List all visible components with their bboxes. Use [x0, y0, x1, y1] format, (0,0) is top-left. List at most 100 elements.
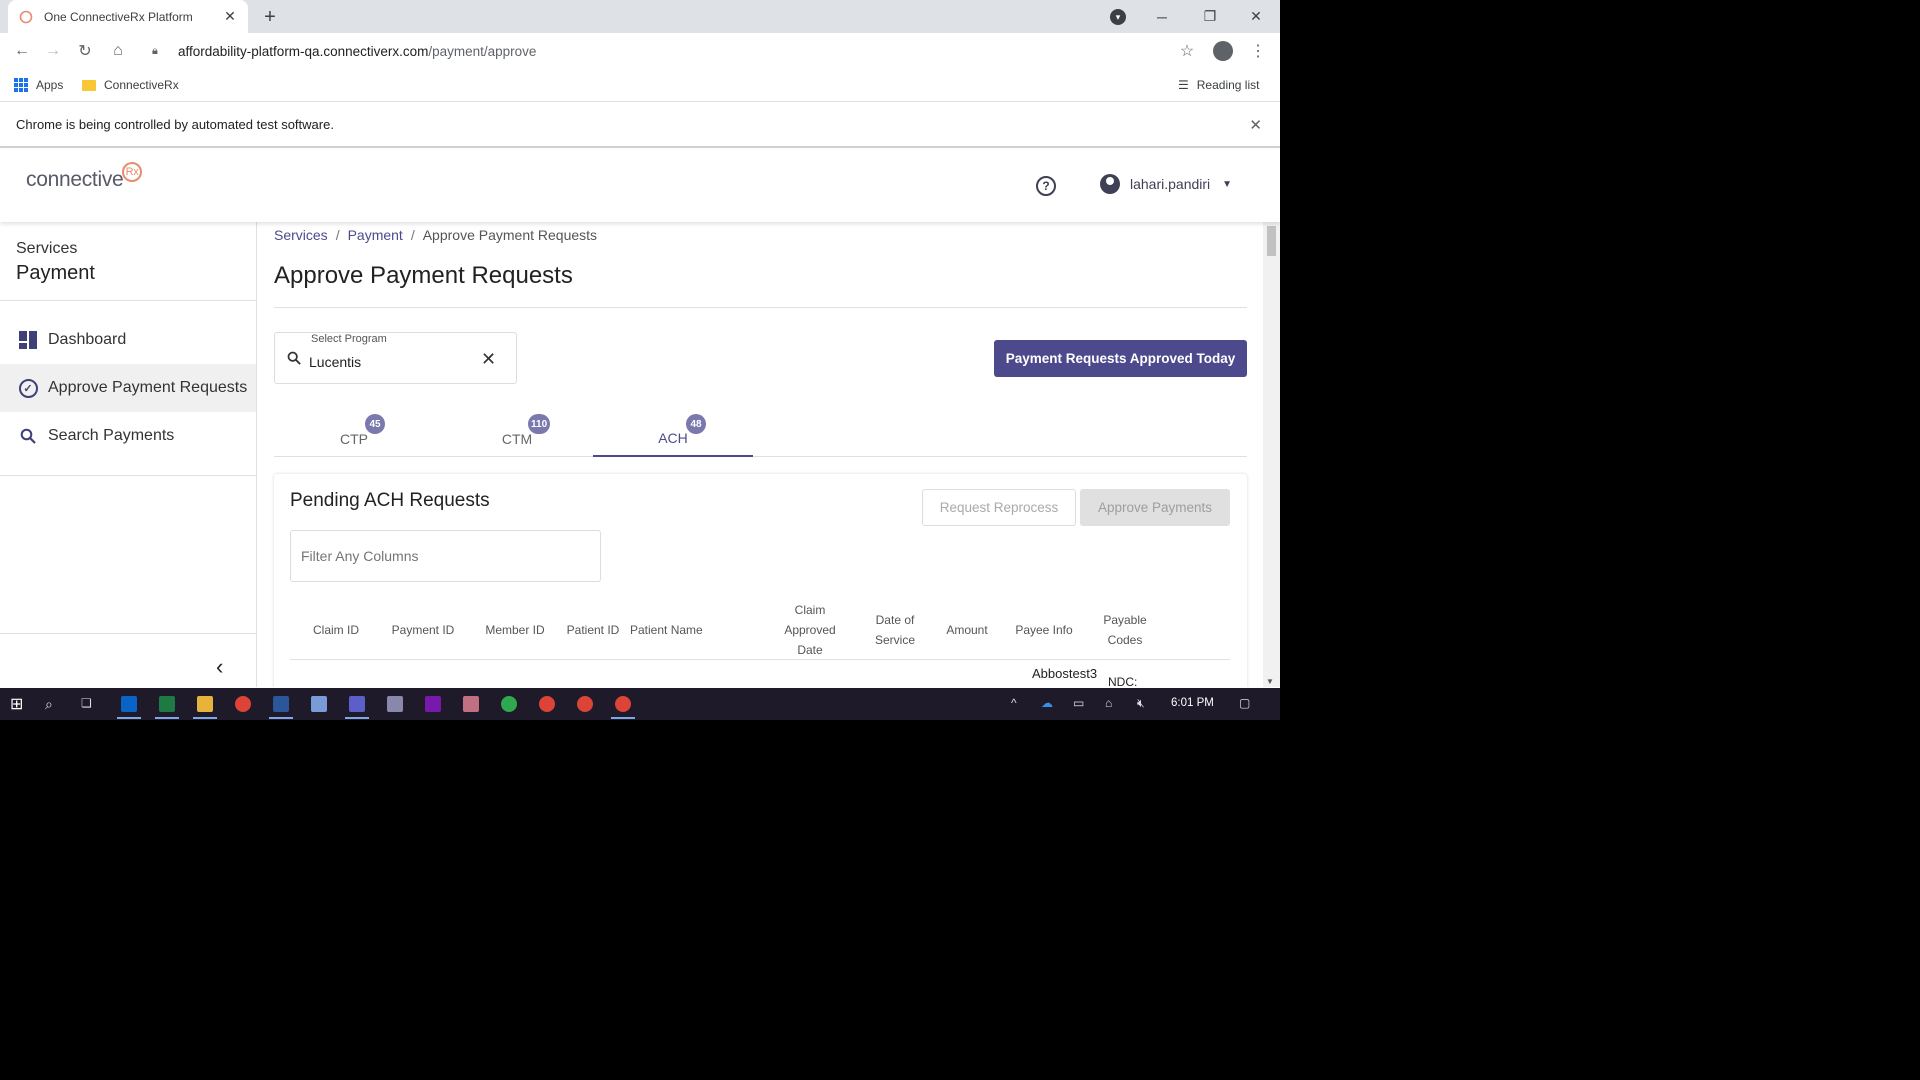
breadcrumb-services[interactable]: Services: [274, 227, 328, 243]
breadcrumb-payment[interactable]: Payment: [348, 227, 403, 243]
page-scrollbar[interactable]: ▼: [1263, 222, 1280, 687]
count-badge: 48: [686, 414, 706, 434]
card-title: Pending ACH Requests: [290, 490, 490, 511]
select-program-field[interactable]: Select Program Lucentis ✕: [274, 332, 517, 384]
app-icon[interactable]: [311, 696, 327, 712]
app-icon[interactable]: [387, 696, 403, 712]
infobar-text: Chrome is being controlled by automated …: [16, 116, 334, 132]
teams-icon[interactable]: [349, 696, 365, 712]
sidebar-item-label: Approve Payment Requests: [48, 379, 248, 396]
apps-grid-icon: [14, 78, 28, 92]
account-circle-icon: [1100, 174, 1120, 194]
reading-list[interactable]: ☰ Reading list: [1178, 78, 1259, 92]
sidebar-item-dashboard[interactable]: Dashboard: [0, 316, 256, 364]
network-icon[interactable]: ⌂: [1105, 696, 1112, 710]
sidebar-item-approve-payment-requests[interactable]: ✓ Approve Payment Requests: [0, 364, 256, 412]
approve-payments-button[interactable]: Approve Payments: [1080, 489, 1230, 526]
column-header-member-id[interactable]: Member ID: [474, 600, 556, 660]
sidebar-item-search-payments[interactable]: Search Payments: [0, 412, 256, 460]
task-view-icon[interactable]: ❏: [81, 696, 92, 710]
excel-icon[interactable]: [159, 696, 175, 712]
scroll-down-icon[interactable]: ▼: [1266, 677, 1274, 686]
browser-tab[interactable]: One ConnectiveRx Platform ✕: [8, 0, 248, 33]
chrome-icon[interactable]: [235, 696, 251, 712]
browser-tab-strip: One ConnectiveRx Platform ✕ + ▾ ─ ❐ ✕: [0, 0, 1280, 33]
scrollbar-thumb[interactable]: [1267, 226, 1276, 256]
onenote-icon[interactable]: [425, 696, 441, 712]
restore-icon[interactable]: ❐: [1190, 0, 1230, 33]
column-header-payment-id[interactable]: Payment ID: [382, 600, 464, 660]
minimize-icon[interactable]: ─: [1142, 0, 1182, 33]
file-explorer-icon[interactable]: [197, 696, 213, 712]
chrome-icon[interactable]: [577, 696, 593, 712]
sidebar-title: Payment: [16, 262, 95, 284]
app-icon[interactable]: [501, 696, 517, 712]
home-icon[interactable]: ⌂: [106, 39, 130, 63]
back-icon[interactable]: ←: [10, 39, 34, 63]
request-reprocess-button[interactable]: Request Reprocess: [922, 489, 1076, 526]
column-header-payee-info[interactable]: Payee Info: [1008, 600, 1080, 660]
bookmark-connectiverx[interactable]: ConnectiveRx: [82, 78, 179, 92]
volume-muted-icon[interactable]: 🔇︎: [1137, 696, 1145, 711]
close-tab-icon[interactable]: ✕: [222, 8, 238, 25]
chrome-icon[interactable]: [539, 696, 555, 712]
column-header-payable-codes[interactable]: Payable Codes: [1090, 600, 1160, 660]
show-hidden-icons-icon[interactable]: ^: [1011, 696, 1017, 710]
onedrive-icon[interactable]: ☁: [1041, 696, 1053, 710]
column-header-claim-approved-date[interactable]: Claim Approved Date: [775, 600, 845, 660]
new-tab-icon[interactable]: +: [258, 5, 282, 29]
folder-icon: [82, 79, 96, 91]
active-indicator: [345, 717, 369, 719]
window-close-icon[interactable]: ✕: [1236, 0, 1276, 33]
chrome-menu-icon[interactable]: ⋮: [1250, 39, 1266, 63]
search-icon: [287, 351, 301, 365]
filter-columns-input[interactable]: [290, 530, 601, 582]
reload-icon[interactable]: ↻: [73, 39, 97, 63]
tab-ctm[interactable]: CTM 110: [437, 407, 597, 457]
bookmark-connectiverx-label: ConnectiveRx: [104, 78, 179, 92]
reading-list-label: Reading list: [1196, 78, 1260, 92]
column-header-date-of-service[interactable]: Date of Service: [865, 600, 925, 660]
bookmark-star-icon[interactable]: ☆: [1175, 39, 1199, 63]
notifications-icon[interactable]: ▢: [1239, 696, 1250, 710]
tab-label: CTP: [340, 431, 368, 447]
sidebar-divider: [0, 300, 256, 301]
check-circle-icon: ✓: [18, 378, 38, 398]
taskbar-search-icon[interactable]: ⌕: [45, 696, 53, 713]
approved-today-button[interactable]: Payment Requests Approved Today: [994, 340, 1247, 377]
word-icon[interactable]: [273, 696, 289, 712]
column-header-claim-id[interactable]: Claim ID: [310, 600, 362, 660]
url-host: affordability-platform-qa.connectiverx.c…: [178, 43, 429, 59]
tab-ach[interactable]: ACH 48: [593, 407, 753, 457]
connectiverx-logo[interactable]: connective Rx: [26, 162, 142, 192]
close-infobar-icon[interactable]: ✕: [1249, 116, 1262, 134]
taskbar-clock[interactable]: 6:01 PM: [1171, 697, 1214, 709]
windows-start-icon[interactable]: ⊞: [10, 694, 23, 714]
tab-search-icon[interactable]: ▾: [1110, 9, 1126, 25]
battery-icon[interactable]: ▭: [1073, 696, 1084, 710]
chrome-icon[interactable]: [615, 696, 631, 712]
column-header-patient-id[interactable]: Patient ID: [566, 600, 620, 660]
collapse-sidebar-icon[interactable]: ‹: [216, 654, 223, 680]
table-header: Claim ID Payment ID Member ID Patient ID…: [290, 600, 1230, 660]
active-indicator: [155, 717, 179, 719]
forward-icon[interactable]: →: [41, 39, 65, 63]
count-badge: 45: [365, 414, 385, 434]
tab-ctp[interactable]: CTP 45: [274, 407, 434, 457]
help-icon[interactable]: ?: [1036, 176, 1056, 196]
address-bar[interactable]: 🔒︎ affordability-platform-qa.connectiver…: [140, 36, 1180, 66]
column-header-patient-name[interactable]: Patient Name: [630, 600, 730, 660]
bookmark-apps[interactable]: Apps: [14, 78, 63, 92]
logo-rx-mark: Rx: [122, 162, 142, 182]
tab-label: ACH: [658, 430, 688, 446]
user-menu[interactable]: lahari.pandiri ▼: [1100, 174, 1232, 194]
outlook-icon[interactable]: [121, 696, 137, 712]
chrome-profile-icon[interactable]: [1213, 41, 1233, 61]
cell-payable-codes: NDC:: [1108, 675, 1138, 687]
app-icon[interactable]: [463, 696, 479, 712]
sidebar-divider: [0, 633, 256, 634]
browser-tab-title: One ConnectiveRx Platform: [44, 9, 193, 24]
column-header-amount[interactable]: Amount: [935, 600, 999, 660]
automation-infobar: Chrome is being controlled by automated …: [0, 102, 1280, 148]
clear-icon[interactable]: ✕: [481, 349, 496, 370]
